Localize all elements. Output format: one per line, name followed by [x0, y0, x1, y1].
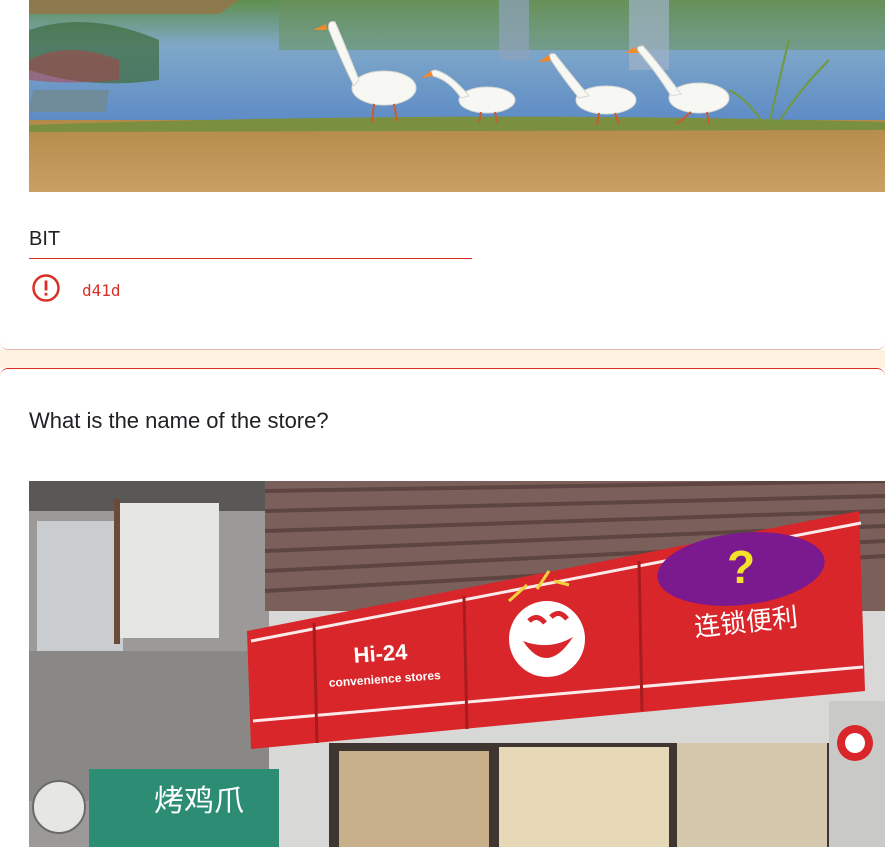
- error-circle-icon: [31, 273, 61, 308]
- error-message: d41d: [82, 280, 121, 300]
- answer-value: BIT: [29, 228, 61, 250]
- answer-field[interactable]: BIT: [29, 226, 472, 259]
- overlay-mark: ?: [727, 541, 755, 593]
- geese-photo: [29, 0, 885, 192]
- question-title: What is the name of the store?: [29, 408, 329, 433]
- validation-error: d41d: [31, 273, 121, 308]
- store-photo: Hi-24 convenience stores 连锁便利 ? 烤鸡爪: [29, 481, 885, 847]
- shop-sign: 烤鸡爪: [154, 784, 244, 819]
- question-card-1: BIT d41d: [0, 0, 885, 350]
- card-divider: [0, 350, 885, 368]
- sign-brand: Hi-24: [353, 639, 409, 668]
